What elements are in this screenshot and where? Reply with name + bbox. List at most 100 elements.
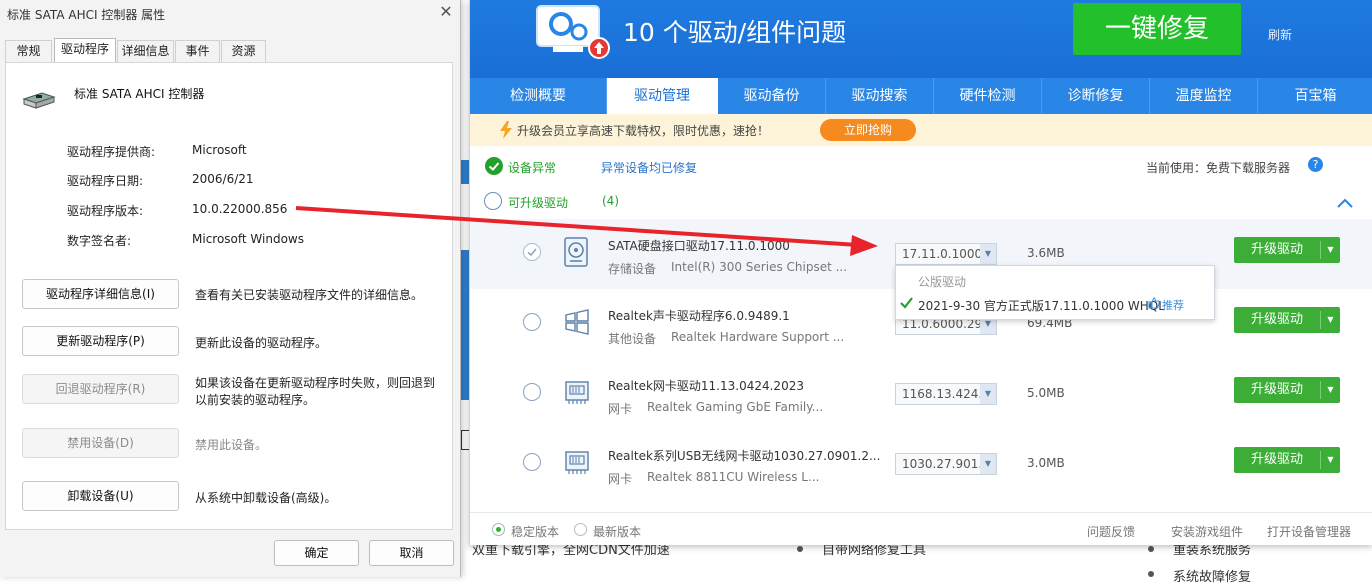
signer-label: 数字签名者: (67, 234, 132, 248)
driver-device: Realtek Hardware Support ... (671, 330, 845, 344)
upgrade-button-label: 升级驱动 (1250, 312, 1303, 327)
row-select-radio[interactable] (523, 243, 541, 261)
update-driver-button[interactable]: 更新驱动程序(P) (22, 326, 179, 356)
promo-text: 升级会员立享高速下载特权，限时优惠，速抢！ (517, 124, 770, 138)
tab-driver-manage[interactable]: 驱动管理 (607, 78, 718, 114)
popup-header: 公版驱动 (918, 275, 967, 289)
version-value: 1168.13.424. (902, 387, 983, 401)
problem-count-title: 10 个驱动/组件问题 (623, 18, 847, 47)
provider-value: Microsoft (192, 143, 247, 157)
driver-name: Realtek声卡驱动程序6.0.9489.1 (608, 309, 790, 323)
upgradable-label: 可升级驱动 (508, 196, 569, 210)
network-card-icon (565, 451, 589, 474)
status-abnormal-label: 设备异常 (508, 161, 557, 175)
chevron-down-icon[interactable]: ▼ (1321, 447, 1340, 473)
check-icon (900, 297, 913, 309)
tab-temperature[interactable]: 温度监控 (1150, 78, 1258, 114)
driver-name: Realtek网卡驱动11.13.0424.2023 (608, 379, 804, 393)
bg-bullet-3 (1148, 571, 1154, 577)
chevron-down-icon[interactable]: ▼ (980, 244, 996, 264)
network-card-icon (565, 381, 589, 404)
check-circle-icon (485, 157, 503, 175)
driver-device: Realtek Gaming GbE Family... (647, 400, 824, 414)
upgrade-button-label: 升级驱动 (1250, 452, 1303, 467)
chevron-down-icon[interactable]: ▼ (1321, 307, 1340, 333)
date-value: 2006/6/21 (192, 172, 254, 186)
tab-hardware-detect[interactable]: 硬件检测 (934, 78, 1042, 114)
server-label: 当前使用：免费下载服务器 (1146, 161, 1291, 175)
version-select[interactable]: 17.11.0.1000 ▼ (895, 243, 997, 265)
controller-chip-icon (22, 92, 56, 109)
upgrade-button-label: 升级驱动 (1250, 382, 1303, 397)
rollback-driver-desc: 如果该设备在更新驱动程序时失败，则回退到以前安装的驱动程序。 (195, 376, 436, 407)
tab-driver[interactable]: 驱动程序 (54, 38, 116, 63)
date-label: 驱动程序日期: (67, 174, 144, 188)
game-components-link[interactable]: 安装游戏组件 (1171, 523, 1243, 540)
buy-now-button[interactable]: 立即抢购 (820, 119, 916, 141)
tab-details[interactable]: 详细信息 (117, 40, 174, 62)
select-all-radio[interactable] (484, 192, 502, 210)
upgrade-driver-button[interactable]: 升级驱动 ▼ (1234, 237, 1340, 263)
driver-tab-panel: 标准 SATA AHCI 控制器 驱动程序提供商: Microsoft 驱动程序… (5, 62, 453, 530)
tab-toolbox[interactable]: 百宝箱 (1258, 78, 1372, 114)
driver-size: 3.6MB (1027, 246, 1065, 260)
driver-details-button[interactable]: 驱动程序详细信息(I) (22, 279, 179, 309)
gear-monitor-icon (536, 5, 610, 59)
driver-size: 5.0MB (1027, 386, 1065, 400)
ok-button[interactable]: 确定 (274, 540, 359, 566)
cancel-button[interactable]: 取消 (369, 540, 454, 566)
disable-device-desc: 禁用此设备。 (195, 438, 268, 452)
refresh-link[interactable]: 刷新 (1268, 26, 1292, 43)
tab-driver-search[interactable]: 驱动搜索 (826, 78, 934, 114)
chevron-down-icon[interactable]: ▼ (1321, 237, 1340, 263)
row-select-radio[interactable] (523, 453, 541, 471)
status-fixed-text: 异常设备均已修复 (601, 161, 698, 175)
upgrade-driver-button[interactable]: 升级驱动 ▼ (1234, 377, 1340, 403)
tab-general[interactable]: 常规 (5, 40, 52, 62)
chevron-down-icon[interactable]: ▼ (1321, 377, 1340, 403)
chevron-down-icon[interactable]: ▼ (980, 454, 996, 474)
version-select[interactable]: 1030.27.901. ▼ (895, 453, 997, 475)
update-driver-desc: 更新此设备的驱动程序。 (195, 336, 328, 350)
close-icon[interactable]: ✕ (437, 3, 455, 21)
version-select[interactable]: 1168.13.424. ▼ (895, 383, 997, 405)
row-select-radio[interactable] (523, 313, 541, 331)
dialog-title: 标准 SATA AHCI 控制器 属性 (7, 8, 166, 22)
stable-version-radio[interactable] (492, 523, 505, 536)
windows-icon (565, 309, 589, 335)
tab-overview[interactable]: 检测概要 (470, 78, 607, 114)
upgrade-driver-button[interactable]: 升级驱动 ▼ (1234, 307, 1340, 333)
rollback-driver-button[interactable]: 回退驱动程序(R) (22, 374, 179, 404)
promo-bar: 升级会员立享高速下载特权，限时优惠，速抢！ 立即抢购 (470, 114, 1372, 146)
driver-category: 网卡 (608, 402, 633, 416)
device-manager-link[interactable]: 打开设备管理器 (1267, 523, 1351, 540)
popup-version-option[interactable]: 2021-9-30 官方正式版17.11.0.1000 WHQL (918, 297, 1165, 314)
upgrade-button-label: 升级驱动 (1250, 242, 1303, 257)
latest-version-label: 最新版本 (593, 525, 642, 539)
version-value: 1030.27.901. (902, 457, 983, 471)
row-select-radio[interactable] (523, 383, 541, 401)
tool-footer: 稳定版本 最新版本 问题反馈 安装游戏组件 打开设备管理器 (470, 512, 1372, 545)
tab-events[interactable]: 事件 (175, 40, 220, 62)
stable-version-label: 稳定版本 (511, 525, 560, 539)
upgradable-count: (4) (602, 194, 619, 208)
tab-resources[interactable]: 资源 (221, 40, 266, 62)
version-label: 驱动程序版本: (67, 204, 144, 218)
latest-version-radio[interactable] (574, 523, 587, 536)
upgrade-driver-button[interactable]: 升级驱动 ▼ (1234, 447, 1340, 473)
chevron-down-icon[interactable]: ▼ (980, 384, 996, 404)
version-value: 17.11.0.1000 (902, 247, 983, 261)
feedback-link[interactable]: 问题反馈 (1087, 523, 1135, 540)
one-click-fix-button[interactable]: 一键修复 (1073, 3, 1241, 55)
recommend-label: 推荐 (1162, 299, 1184, 312)
help-icon[interactable]: ? (1308, 157, 1323, 172)
uninstall-device-button[interactable]: 卸载设备(U) (22, 481, 179, 511)
disable-device-button[interactable]: 禁用设备(D) (22, 428, 179, 458)
driver-device: Realtek 8811CU Wireless L... (647, 470, 820, 484)
driver-details-desc: 查看有关已安装驱动程序文件的详细信息。 (195, 288, 424, 302)
chevron-up-icon[interactable] (1336, 197, 1354, 209)
tab-diagnose-repair[interactable]: 诊断修复 (1042, 78, 1150, 114)
properties-dialog: 标准 SATA AHCI 控制器 属性 ✕ 常规 驱动程序 详细信息 事件 资源… (0, 0, 461, 577)
tab-driver-backup[interactable]: 驱动备份 (718, 78, 826, 114)
version-value: 10.0.22000.856 (192, 202, 288, 216)
